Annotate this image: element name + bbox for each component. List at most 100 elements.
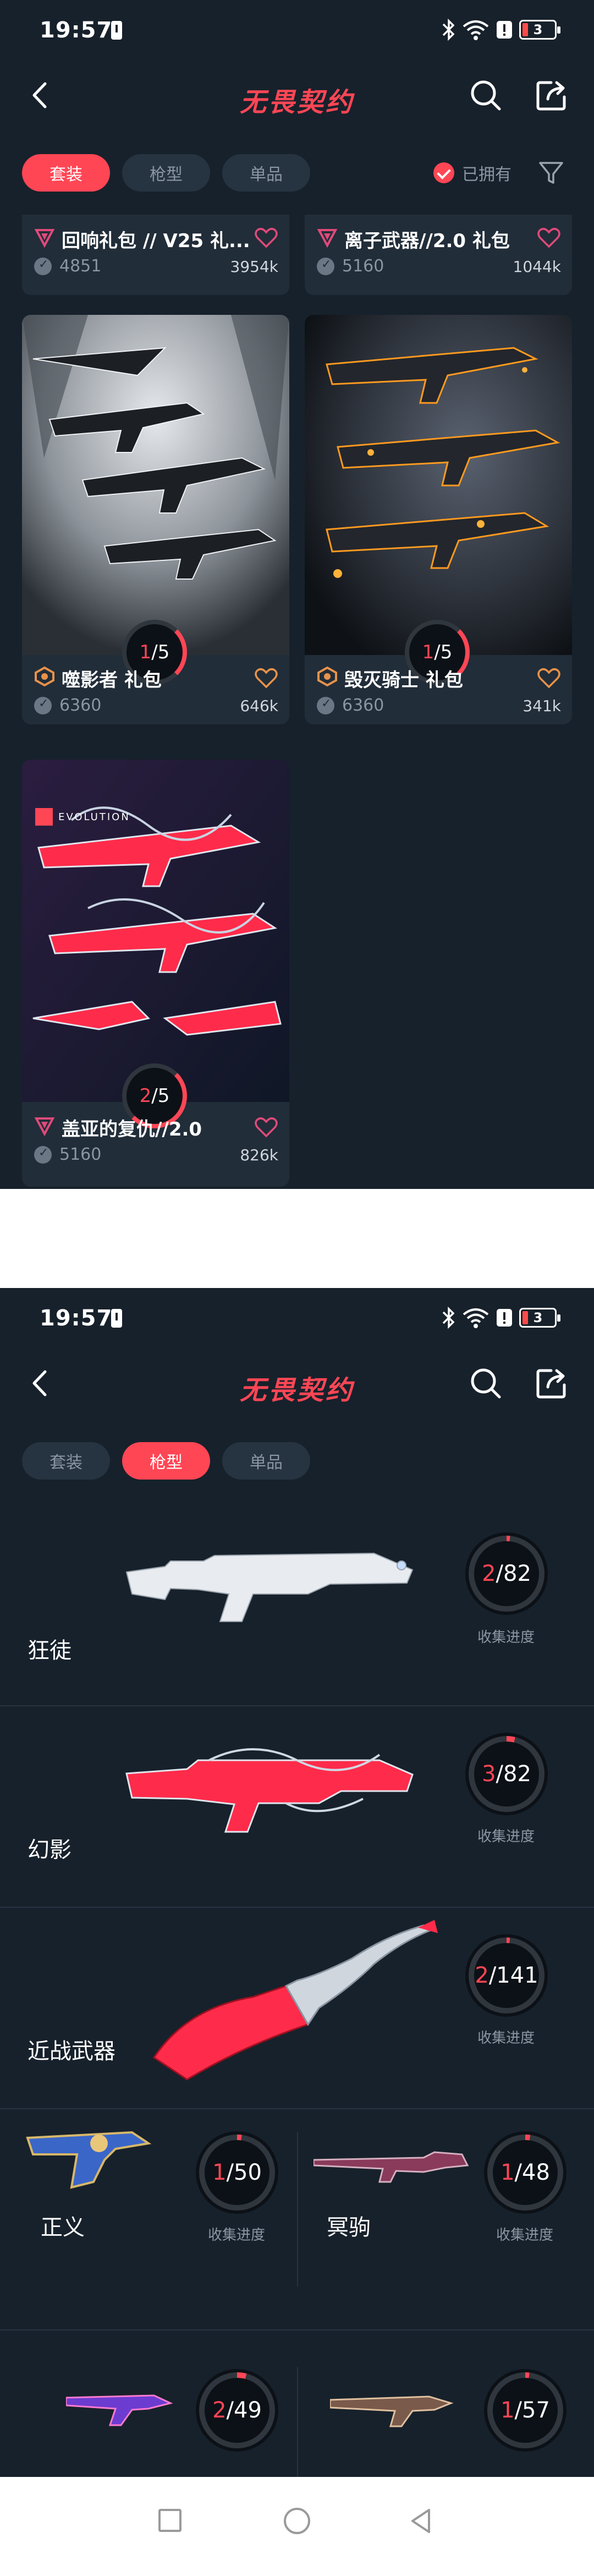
tab-weapons[interactable]: 枪型 — [122, 154, 210, 192]
share-icon[interactable] — [532, 76, 571, 114]
weapon-image — [314, 2151, 469, 2183]
owned-count: 3 — [482, 1761, 496, 1787]
like-count: 341k — [522, 697, 561, 715]
weapon-image — [330, 2395, 454, 2427]
progress-label: 收集进度 — [496, 2227, 553, 2244]
collection-progress-ring: 1/57 — [484, 2369, 566, 2452]
price: 5160 — [34, 1145, 101, 1164]
weapon-image — [125, 1748, 414, 1833]
weapon-name: 狂徒 — [28, 1638, 72, 1663]
owned-count: 1 — [422, 641, 435, 663]
progress-label: 收集进度 — [477, 1829, 535, 1845]
heart-icon[interactable] — [537, 227, 561, 249]
home-button[interactable] — [284, 2508, 310, 2534]
owned-filter-label: 已拥有 — [462, 165, 512, 184]
tab-items[interactable]: 单品 — [222, 154, 310, 192]
share-icon[interactable] — [532, 1364, 571, 1402]
filter-icon[interactable] — [537, 159, 565, 187]
weapon-pair-row: 2/49 1/57 — [0, 2334, 594, 2477]
tier-icon — [34, 229, 55, 248]
heart-icon[interactable] — [254, 227, 278, 249]
weapon-cell[interactable]: 冥驹 1/48 收集进度 — [297, 2110, 594, 2331]
battery-level: 3 — [533, 1310, 543, 1325]
like-count: 1044k — [513, 258, 561, 276]
total-count: /141 — [488, 1963, 538, 1988]
bundle-card[interactable]: 1/5 毁灭骑士 礼包 6360 341k — [305, 315, 572, 724]
owned-count: 1 — [501, 2398, 515, 2423]
status-icons: 3 — [441, 17, 560, 43]
collection-progress-ring: 1/50 — [196, 2131, 278, 2214]
system-nav-bar — [0, 2477, 594, 2576]
weapon-image — [125, 1552, 414, 1622]
total-count: /50 — [226, 2160, 262, 2185]
owned-filter-toggle[interactable]: 已拥有 — [433, 161, 512, 185]
weapon-row[interactable]: 幻影 3/82 收集进度 — [0, 1707, 594, 1908]
tab-bundles[interactable]: 套装 — [22, 1442, 110, 1480]
bluetooth-icon — [442, 19, 455, 41]
weapon-cell[interactable]: 1/57 — [297, 2334, 594, 2477]
bluetooth-icon — [442, 1307, 455, 1329]
like-count: 826k — [240, 1146, 278, 1164]
bundle-card[interactable]: EVOLUTION 2/5 盖亚的复仇//2.0 5160 826k — [22, 760, 289, 1187]
price-value: 5160 — [342, 256, 384, 276]
price: 6360 — [317, 696, 384, 715]
status-bar: 19:57 3 — [0, 1288, 594, 1353]
screenshot-separator — [0, 1189, 594, 1288]
battery-icon: 3 — [519, 20, 560, 40]
like-count: 3954k — [230, 258, 278, 276]
owned-count: 2 — [475, 1963, 489, 1988]
like-count: 646k — [240, 697, 278, 715]
weapon-row[interactable]: 狂徒 2/82 收集进度 — [0, 1506, 594, 1706]
search-icon[interactable] — [466, 1364, 505, 1402]
bundle-title: 噬影者 礼包 — [62, 669, 162, 691]
weapon-cell[interactable]: 2/49 — [0, 2334, 297, 2477]
owned-count: 1 — [139, 641, 152, 663]
heart-icon[interactable] — [254, 667, 278, 689]
bundle-title: 离子武器//2.0 礼包 — [344, 230, 510, 252]
battery-icon: 3 — [519, 1308, 560, 1328]
bundles-screen: 19:57 3 无畏契约 套装 枪型 单品 已拥有 回响礼包 // V25 礼.… — [0, 0, 594, 1189]
heart-icon[interactable] — [254, 1116, 278, 1138]
tab-bundles[interactable]: 套装 — [22, 154, 110, 192]
search-icon[interactable] — [466, 76, 505, 114]
bundle-card[interactable]: 回响礼包 // V25 礼... 4851 3954k — [22, 215, 289, 295]
bundle-card[interactable]: 离子武器//2.0 礼包 5160 1044k — [305, 215, 572, 295]
tab-weapons[interactable]: 枪型 — [122, 1442, 210, 1480]
battery-saver-icon — [111, 1309, 122, 1328]
evolution-label: EVOLUTION — [58, 811, 130, 823]
bundle-card[interactable]: 1/5 噬影者 礼包 6360 646k — [22, 315, 289, 724]
bundle-title: 毁灭骑士 礼包 — [344, 669, 463, 691]
bundle-image — [305, 315, 572, 655]
owned-count: 1 — [501, 2160, 515, 2185]
owned-count: 2 — [139, 1085, 152, 1107]
bundle-image — [22, 315, 289, 655]
total-count: /48 — [514, 2160, 550, 2185]
tier-icon — [317, 666, 337, 687]
status-bar: 19:57 3 — [0, 0, 594, 65]
vp-currency-icon — [317, 696, 334, 714]
bundle-title: 盖亚的复仇//2.0 — [62, 1118, 202, 1140]
recent-apps-button[interactable] — [158, 2509, 182, 2532]
price-value: 5160 — [59, 1145, 102, 1164]
price: 5160 — [317, 256, 384, 276]
price: 6360 — [34, 696, 101, 715]
category-tabs: 套装 枪型 单品 — [22, 154, 310, 192]
status-icons: 3 — [441, 1305, 560, 1331]
collection-progress-ring: 2/141 — [465, 1934, 548, 2017]
progress-label: 收集进度 — [477, 2030, 535, 2046]
status-time: 19:57 — [40, 1306, 113, 1331]
weapon-row[interactable]: 近战武器 2/141 收集进度 — [0, 1909, 594, 2109]
weapons-screen: 19:57 3 无畏契约 套装 枪型 单品 狂徒 2/82 收集进度 幻影 3 … — [0, 1288, 594, 2477]
owned-count: 1 — [212, 2160, 227, 2185]
heart-icon[interactable] — [537, 667, 561, 689]
tab-items[interactable]: 单品 — [222, 1442, 310, 1480]
weapon-cell[interactable]: 正义 1/50 收集进度 — [0, 2110, 297, 2331]
valorant-logo-icon — [35, 808, 53, 826]
app-bar: 无畏契约 — [0, 65, 594, 125]
total-count: /82 — [496, 1761, 531, 1787]
weapon-name: 幻影 — [28, 1837, 72, 1863]
total-count: /5 — [151, 1085, 170, 1107]
system-back-button[interactable] — [407, 2507, 436, 2535]
total-count: /49 — [226, 2398, 262, 2423]
app-logo: 无畏契约 — [239, 87, 354, 118]
